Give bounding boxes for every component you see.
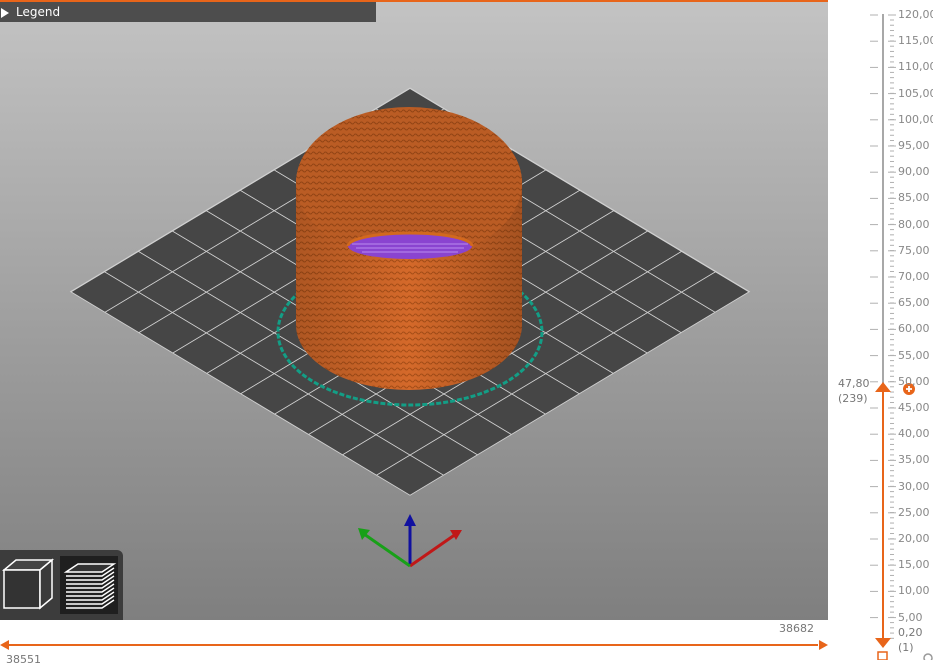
right-thumb[interactable]: [819, 640, 828, 650]
lower-thumb[interactable]: [875, 638, 891, 648]
layer-height-tick-label: 40,00: [898, 427, 930, 441]
layer-height-tick-label: 30,00: [898, 479, 930, 493]
layer-height-tick-label: 95,00: [898, 139, 930, 152]
gcode-move-slider[interactable]: 38682 38551: [0, 620, 828, 666]
layer-height-tick-label: 90,00: [898, 165, 930, 179]
move-slider-upper-value: 38682: [779, 622, 814, 635]
cog-icon[interactable]: [923, 653, 933, 660]
lowest-layer-number: (1): [898, 641, 914, 654]
layer-height-tick-label: 35,00: [898, 453, 930, 467]
legend-header[interactable]: Legend: [0, 2, 376, 22]
layer-slider[interactable]: 120,00 115,00 110,00 105,00 100,00 95,00 90,00…: [828, 0, 933, 660]
layer-height-tick-label: 10,00: [898, 584, 930, 598]
layer-height-tick-label: 50,00: [898, 374, 930, 388]
layer-height-tick-label: 5,00: [898, 610, 923, 624]
3d-view-button[interactable]: [0, 556, 58, 614]
layer-height-tick-label: 100,00: [898, 112, 933, 126]
scene-render: [69, 87, 751, 568]
layer-height-tick-label: 105,00: [898, 86, 933, 100]
layer-height-tick-label: 70,00: [898, 270, 930, 283]
lowest-layer-height: 0,20: [898, 626, 923, 639]
current-layer-number: (239): [838, 392, 868, 405]
upper-thumb[interactable]: [875, 382, 891, 392]
layer-height-tick-label: 115,00: [898, 34, 933, 48]
view-mode-toggle: [0, 550, 123, 620]
layer-height-tick-label: 45,00: [898, 401, 930, 414]
layer-height-tick-label: 120,00: [898, 8, 933, 21]
legend-label: Legend: [16, 5, 61, 19]
layer-height-tick-label: 85,00: [898, 191, 930, 205]
triangle-right-icon: [1, 8, 9, 18]
current-layer-height: 47,80: [838, 377, 870, 390]
layer-height-tick-label: 80,00: [898, 217, 930, 231]
axes-gizmo: [358, 514, 462, 568]
layer-view-button[interactable]: [60, 556, 118, 614]
layer-height-tick-label: 25,00: [898, 505, 930, 519]
cube-icon: [1, 558, 55, 610]
layer-height-tick-label: 65,00: [898, 296, 930, 310]
layer-height-tick-label: 55,00: [898, 348, 930, 362]
left-thumb[interactable]: [0, 640, 9, 650]
layer-height-tick-label: 15,00: [898, 558, 930, 572]
layer-height-tick-label: 20,00: [898, 532, 930, 545]
layer-height-tick-label: 75,00: [898, 243, 930, 257]
layer-height-tick-label: 110,00: [898, 60, 933, 74]
layer-height-tick-label: 60,00: [898, 322, 930, 336]
3d-preview-canvas[interactable]: Legend: [0, 2, 828, 620]
layer-range-handle[interactable]: [877, 651, 888, 660]
layers-icon: [63, 563, 117, 609]
